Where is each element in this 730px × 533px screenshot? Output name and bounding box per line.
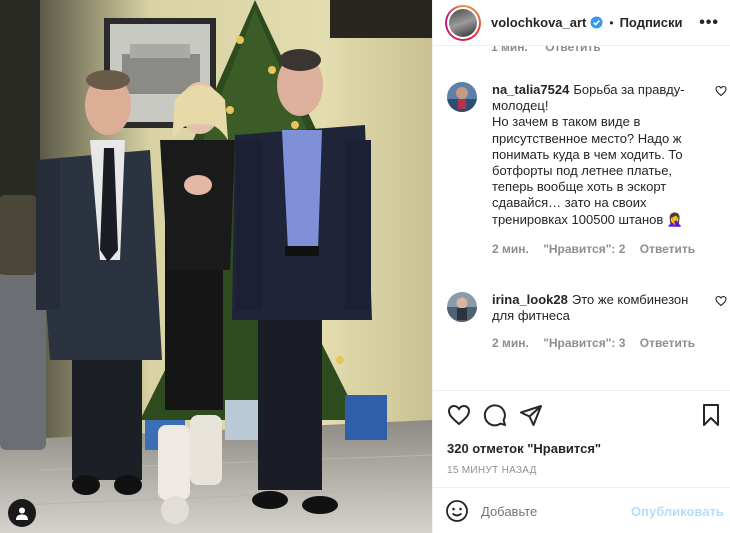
post-actions: 320 отметок "Нравится" 15 МИНУТ НАЗАД Оп… bbox=[433, 390, 730, 533]
comment-icon[interactable] bbox=[483, 403, 507, 427]
post-photo[interactable] bbox=[0, 0, 432, 533]
reply-button[interactable]: Ответить bbox=[640, 242, 695, 256]
commenter-username[interactable]: irina_look28 bbox=[492, 292, 568, 307]
author-username[interactable]: volochkova_art bbox=[491, 15, 586, 30]
comment-text: Борьба за правду- молодец! Но зачем в та… bbox=[492, 82, 685, 227]
comment-meta: 2 мин. "Нравится": 2 Ответить bbox=[492, 242, 706, 256]
comment-meta: 2 мин. "Нравится": 3 Ответить bbox=[492, 336, 706, 350]
commenter-avatar[interactable] bbox=[447, 82, 477, 112]
comment-likes[interactable]: "Нравится": 2 bbox=[543, 242, 625, 256]
post-header: volochkova_art • Подписки ••• bbox=[433, 0, 730, 46]
comment-time: 2 мин. bbox=[492, 336, 529, 350]
comment-input[interactable] bbox=[481, 503, 631, 519]
comment-heart-icon[interactable] bbox=[715, 84, 727, 102]
previous-comment-meta: 1 мин. Ответить bbox=[491, 46, 615, 54]
post-side-panel: volochkova_art • Подписки ••• 1 мин. Отв… bbox=[432, 0, 730, 533]
photo-scene bbox=[0, 0, 432, 533]
commenter-avatar[interactable] bbox=[447, 292, 477, 322]
following-button[interactable]: Подписки bbox=[620, 15, 683, 30]
emoji-icon[interactable] bbox=[445, 499, 469, 523]
publish-button[interactable]: Опубликовать bbox=[631, 504, 724, 519]
user-tag-icon[interactable] bbox=[8, 499, 36, 527]
post-timestamp[interactable]: 15 МИНУТ НАЗАД bbox=[447, 465, 537, 476]
comment-time: 2 мин. bbox=[492, 242, 529, 256]
heart-icon[interactable] bbox=[447, 403, 471, 427]
share-icon[interactable] bbox=[519, 403, 543, 427]
commenter-username[interactable]: na_talia7524 bbox=[492, 82, 569, 97]
more-icon[interactable]: ••• bbox=[699, 14, 719, 32]
author-avatar[interactable] bbox=[445, 4, 481, 41]
likes-count[interactable]: 320 отметок "Нравится" bbox=[447, 441, 601, 456]
header-separator: • bbox=[609, 15, 614, 30]
reply-button[interactable]: Ответить bbox=[640, 336, 695, 350]
comments-list[interactable]: 1 мин. Ответить na_talia7524 Борьба за пр… bbox=[433, 46, 730, 390]
comment-heart-icon[interactable] bbox=[715, 294, 727, 312]
verified-icon bbox=[590, 16, 603, 29]
comment-time: 1 мин. bbox=[491, 46, 528, 54]
reply-button[interactable]: Ответить bbox=[545, 46, 600, 54]
add-comment-bar: Опубликовать bbox=[433, 487, 730, 533]
bookmark-icon[interactable] bbox=[699, 403, 723, 427]
comment-likes[interactable]: "Нравится": 3 bbox=[543, 336, 625, 350]
